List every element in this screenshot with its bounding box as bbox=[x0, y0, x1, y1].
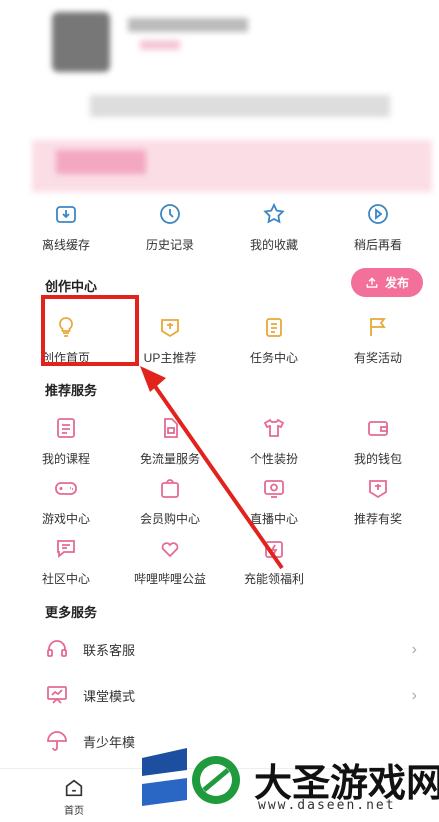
annotation-arrow bbox=[140, 366, 284, 570]
nav-home-label: 首页 bbox=[64, 806, 84, 817]
home-icon bbox=[65, 779, 83, 797]
watermark-logo bbox=[142, 748, 240, 806]
watermark: 大圣游戏网 www.daseen.net bbox=[132, 740, 439, 820]
nav-home[interactable]: 首页 bbox=[52, 777, 96, 817]
watermark-url: www.daseen.net bbox=[258, 798, 396, 813]
